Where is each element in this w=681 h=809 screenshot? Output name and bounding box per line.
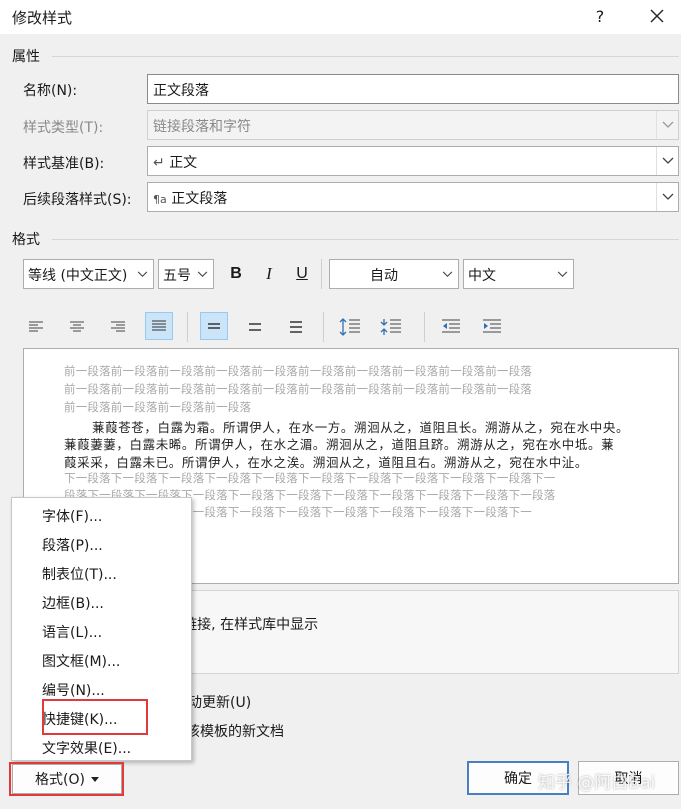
divider xyxy=(52,239,679,240)
chevron-down-icon xyxy=(656,183,678,211)
preview-main-line: 葭采采，白露未已。所谓伊人，在水之涘。溯洄从之，道阻且右。溯游从之，宛在水中沚。 xyxy=(64,455,589,470)
dialog-title: 修改样式 xyxy=(12,9,73,27)
properties-heading: 属性 xyxy=(12,49,40,65)
align-center-button[interactable] xyxy=(63,313,91,341)
decrease-indent-button[interactable] xyxy=(437,313,465,341)
chevron-down-icon xyxy=(656,147,678,175)
divider xyxy=(424,312,425,342)
italic-button[interactable]: I xyxy=(255,260,283,288)
font-color-value: 自动 xyxy=(370,268,398,284)
menu-item-text-effects[interactable]: 文字效果(E)... xyxy=(42,738,131,758)
menu-item-language[interactable]: 语言(L)... xyxy=(42,622,102,642)
title-bar: 修改样式 ? xyxy=(0,0,681,34)
justify-icon xyxy=(152,320,166,330)
divider xyxy=(187,312,188,342)
format-heading: 格式 xyxy=(12,232,40,248)
single-spacing-icon xyxy=(208,323,220,329)
decrease-spacing-before-button[interactable] xyxy=(377,313,405,341)
chevron-down-icon xyxy=(553,260,571,288)
increase-spacing-before-button[interactable] xyxy=(336,313,364,341)
font-color-select[interactable]: 自动 xyxy=(329,259,459,289)
menu-item-tabs[interactable]: 制表位(T)... xyxy=(42,564,117,584)
close-button[interactable] xyxy=(640,4,674,30)
double-spacing-button[interactable] xyxy=(282,313,310,341)
align-right-button[interactable] xyxy=(104,313,132,341)
spacing-increase-icon xyxy=(339,318,360,336)
bold-button[interactable]: B xyxy=(222,260,250,288)
based-on-label: 样式基准(B): xyxy=(23,156,105,172)
next-style-value-wrap: ¶a 正文段落 xyxy=(153,188,227,208)
preview-next-line: 下一段落下一段落下一段落下一段落下一段落下一段落下一段落下一段落下一段落下一段落… xyxy=(64,471,556,485)
preview-prev-line: 前一段落前一段落前一段落前一段落前一段落前一段落前一段落前一段落前一段落前一段落 xyxy=(64,364,532,378)
auto-update-checkbox-label[interactable]: 动更新(U) xyxy=(188,692,251,712)
language-select[interactable]: 中文 xyxy=(463,259,574,289)
chevron-down-icon xyxy=(656,111,678,139)
based-on-select[interactable]: ↵ 正文 xyxy=(147,146,679,176)
menu-item-frame[interactable]: 图文框(M)... xyxy=(42,651,120,671)
next-style-label: 后续段落样式(S): xyxy=(23,192,132,208)
increase-indent-icon xyxy=(483,319,501,333)
increase-indent-button[interactable] xyxy=(478,313,506,341)
based-on-value: 正文 xyxy=(169,155,198,171)
close-icon xyxy=(650,9,664,23)
divider xyxy=(52,56,679,57)
next-style-value: 正文段落 xyxy=(171,191,228,207)
new-documents-radio-label[interactable]: 该模板的新文档 xyxy=(186,721,284,741)
single-spacing-button[interactable] xyxy=(200,312,228,340)
preview-main-line: 蒹葭萋萋，白露未晞。所谓伊人，在水之湄。溯洄从之，道阻且跻。溯游从之，宛在水中坻… xyxy=(64,437,615,452)
menu-item-font[interactable]: 字体(F)... xyxy=(42,506,102,526)
style-type-select: 链接段落和字符 xyxy=(147,110,679,140)
decrease-indent-icon xyxy=(442,319,460,333)
name-label: 名称(N): xyxy=(23,83,78,99)
double-spacing-icon xyxy=(290,321,302,333)
style-type-value: 链接段落和字符 xyxy=(153,119,251,135)
align-left-icon xyxy=(29,321,43,332)
one-half-spacing-button[interactable] xyxy=(241,313,269,341)
underline-button[interactable]: U xyxy=(288,260,316,288)
name-input[interactable]: 正文段落 xyxy=(147,74,679,104)
name-value: 正文段落 xyxy=(153,83,209,99)
menu-item-paragraph[interactable]: 段落(P)... xyxy=(42,535,103,555)
one-half-spacing-icon xyxy=(249,323,261,331)
font-size-value: 五号 xyxy=(163,268,191,284)
linked-style-icon: ¶a xyxy=(153,193,167,206)
menu-item-numbering[interactable]: 编号(N)... xyxy=(42,680,105,700)
align-center-icon xyxy=(70,321,84,332)
format-button-highlight xyxy=(9,762,124,796)
font-select[interactable]: 等线 (中文正文) xyxy=(23,259,154,289)
font-value: 等线 (中文正文) xyxy=(28,268,128,284)
language-value: 中文 xyxy=(468,268,496,284)
divider xyxy=(323,312,324,342)
chevron-down-icon xyxy=(438,260,456,288)
divider xyxy=(321,259,322,289)
justify-button[interactable] xyxy=(145,312,173,340)
based-on-value-wrap: ↵ 正文 xyxy=(153,152,197,172)
align-left-button[interactable] xyxy=(22,313,50,341)
watermark: 知乎 @阿白Bai xyxy=(538,773,656,793)
shortcut-key-highlight xyxy=(42,699,148,735)
help-button[interactable]: ? xyxy=(585,4,615,30)
style-type-label: 样式类型(T): xyxy=(23,120,104,136)
chevron-down-icon xyxy=(133,260,151,288)
paragraph-mark-icon: ↵ xyxy=(153,155,165,171)
align-right-icon xyxy=(111,321,125,332)
font-size-select[interactable]: 五号 xyxy=(158,259,214,289)
next-style-select[interactable]: ¶a 正文段落 xyxy=(147,182,679,212)
menu-item-border[interactable]: 边框(B)... xyxy=(42,593,104,613)
preview-prev-line: 前一段落前一段落前一段落前一段落 xyxy=(64,400,252,414)
chevron-down-icon xyxy=(193,260,211,288)
preview-prev-line: 前一段落前一段落前一段落前一段落前一段落前一段落前一段落前一段落前一段落前一段落 xyxy=(64,382,532,396)
spacing-decrease-icon xyxy=(380,319,401,335)
